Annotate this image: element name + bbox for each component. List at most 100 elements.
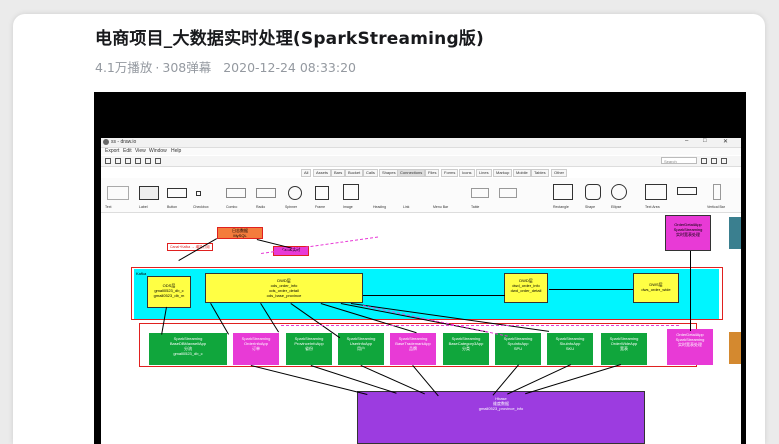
menu-export[interactable]: Export [105, 148, 119, 154]
menu-view[interactable]: View [135, 148, 146, 154]
connector-line [310, 365, 397, 394]
share-icon[interactable] [711, 158, 717, 164]
palette-shape[interactable] [315, 186, 329, 200]
connector-line [363, 295, 505, 296]
palette-shape[interactable] [256, 188, 276, 198]
dwd-order-box: DWD层 dwd_order_info dwd_order_detail [504, 273, 548, 303]
app-icon [103, 139, 109, 145]
order-wide-app-box: OrderDetailApp SparkStreaming 实时宽表处理 [665, 215, 711, 251]
tab-lines[interactable]: Lines [476, 169, 492, 177]
video-card: 电商项目_大数据实时处理(SparkStreaming版) 4.1万播放 · 308… [13, 14, 765, 444]
palette-shape[interactable] [553, 184, 573, 200]
palette-shape[interactable] [645, 184, 667, 200]
streaming-app-box: SparkStreaming ProvinceInfoApp 省份 [286, 333, 332, 365]
palette-label: Spinner [285, 205, 298, 209]
palette-shape[interactable] [167, 188, 187, 198]
drawio-titlebar: ss - draw.io – □ ✕ [101, 138, 741, 148]
meta-separator: · [155, 60, 160, 75]
streaming-app-box: SparkStreaming OrderWideApp 宽表 [601, 333, 647, 365]
menu-edit[interactable]: Edit [123, 148, 132, 154]
close-icon[interactable]: ✕ [723, 138, 728, 145]
palette-label: Rectangle [553, 205, 569, 209]
palette-label: Shape [585, 205, 596, 209]
tab-mobile[interactable]: Mobile [513, 169, 531, 177]
palette-label: Link [403, 205, 410, 209]
ods-topic-box: ODS层 gmall0523_db_c gmall0523_db_m [147, 276, 191, 308]
zoom-icon[interactable] [125, 158, 131, 164]
video-player[interactable]: ss - draw.io – □ ✕ Export Edit View Wind… [94, 92, 746, 444]
palette-label: Combo [226, 205, 238, 209]
drawio-menubar: Export Edit View Window Help [101, 148, 741, 155]
maximize-icon[interactable]: □ [703, 138, 707, 144]
streaming-app-box: SparkStreaming SpuInfoApp SPU [495, 333, 541, 365]
palette-label: Checkbox [193, 205, 209, 209]
settings-icon[interactable] [701, 158, 707, 164]
palette-label: Button [167, 205, 178, 209]
tab-connections[interactable]: Connections [397, 169, 426, 177]
palette-label: Image [343, 205, 353, 209]
palette-label: Vertical Bar [707, 205, 725, 209]
tab-bars[interactable]: Bars [331, 169, 346, 177]
palette-label: Text [105, 205, 112, 209]
publish-date: 2020-12-24 08:33:20 [223, 60, 356, 75]
palette-shape[interactable] [107, 186, 129, 200]
streaming-app-box: SparkStreaming UserInfoApp 用户 [338, 333, 384, 365]
tab-forms[interactable]: Forms [441, 169, 459, 177]
tab-tables[interactable]: Tables [531, 169, 549, 177]
kafka-label: Kafka [136, 271, 147, 276]
palette-label: Radio [256, 205, 266, 209]
menu-window[interactable]: Window [149, 148, 167, 154]
palette-shape[interactable] [499, 188, 517, 198]
undo-icon[interactable] [135, 158, 141, 164]
video-title: 电商项目_大数据实时处理(SparkStreaming版) [95, 29, 484, 49]
palette-shape[interactable] [343, 184, 359, 200]
tab-markup[interactable]: Markup [493, 169, 513, 177]
streaming-app-box: SparkStreaming BaseCategory3App 分类 [443, 333, 489, 365]
delete-icon[interactable] [155, 158, 161, 164]
dashed-connector [281, 325, 681, 326]
tab-icons[interactable]: Icons [459, 169, 475, 177]
drawio-toolbar: Search [101, 156, 741, 167]
format-icon[interactable] [721, 158, 727, 164]
menu-icon[interactable] [105, 158, 111, 164]
edge-teal-box [729, 217, 741, 249]
palette-label: Frame [315, 205, 326, 209]
menu-help[interactable]: Help [171, 148, 181, 154]
palette-shape[interactable] [677, 187, 697, 195]
streaming-app-box: SparkStreaming SkuInfoApp SKU [547, 333, 593, 365]
order-wide-sink-box: OrderDetailApp SparkStreaming 实时宽表处理 [667, 329, 713, 365]
dwd-topic-box: DWD层 ods_order_info ods_order_detail ods… [205, 273, 363, 303]
palette-label: Heading [373, 205, 387, 209]
tab-files[interactable]: Files [425, 169, 440, 177]
redo-icon[interactable] [145, 158, 151, 164]
palette-shape[interactable] [471, 188, 489, 198]
tab-calls[interactable]: Calls [363, 169, 378, 177]
tab-all[interactable]: All [301, 169, 312, 177]
page-icon[interactable] [115, 158, 121, 164]
search-input[interactable]: Search [661, 157, 697, 164]
palette-label: Label [139, 205, 148, 209]
tab-assets[interactable]: Assets [313, 169, 332, 177]
palette-shape[interactable] [713, 184, 721, 200]
play-count: 4.1万播放 [95, 60, 153, 75]
palette-label: Ellipse [611, 205, 622, 209]
palette-shape[interactable] [611, 184, 627, 200]
palette-shape[interactable] [196, 191, 201, 196]
source-data-node: 日志数据 MySQL [217, 227, 263, 239]
palette-label: Menu Bar [433, 205, 449, 209]
dws-topic-box: DWS层 dws_order_wide [633, 273, 679, 303]
shape-palette: Text Label Button Checkbox Combo Radio S… [101, 178, 741, 213]
tab-shapes[interactable]: Shapes [379, 169, 399, 177]
connector-line [690, 251, 691, 331]
palette-shape[interactable] [139, 186, 159, 200]
palette-shape[interactable] [585, 184, 601, 200]
palette-label: Table [471, 205, 480, 209]
tab-other[interactable]: Other [551, 169, 568, 177]
diagram-canvas[interactable]: 日志数据 MySQL Canal实时 Canal+Kafka → 增量订阅 Ka… [101, 213, 741, 444]
connector-line [549, 289, 633, 290]
palette-shape[interactable] [288, 186, 302, 200]
video-meta: 4.1万播放 · 308弹幕 2020-12-24 08:33:20 [95, 57, 356, 76]
minimize-icon[interactable]: – [685, 138, 688, 144]
tab-bucket[interactable]: Bucket [345, 169, 364, 177]
palette-shape[interactable] [226, 188, 246, 198]
